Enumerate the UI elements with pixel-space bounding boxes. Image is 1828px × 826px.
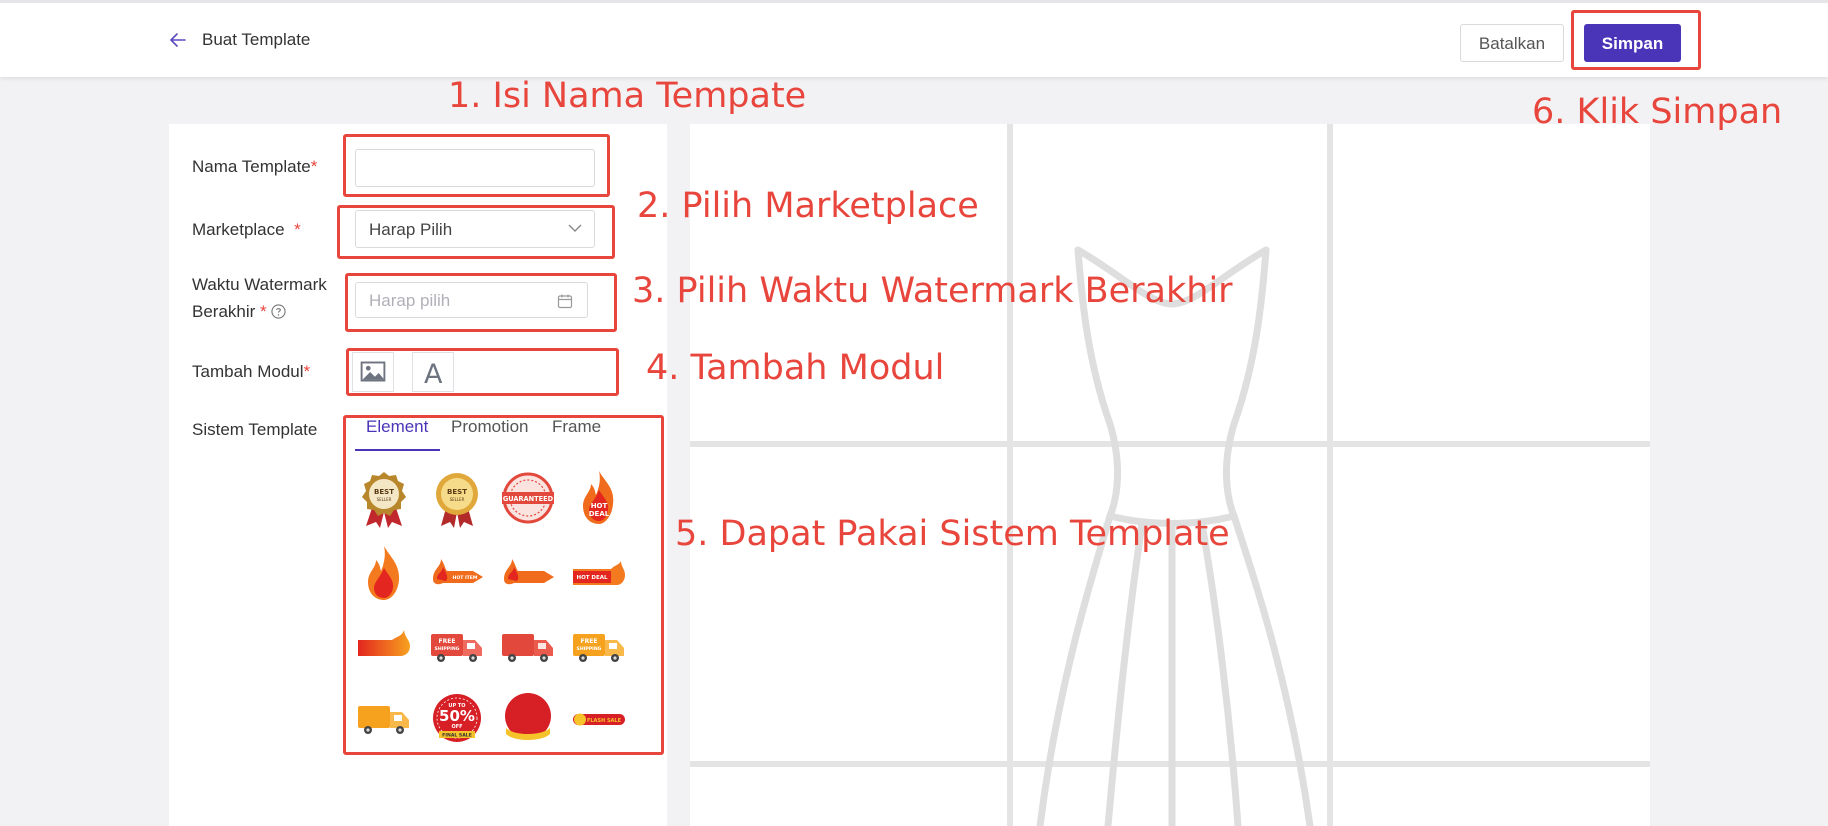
annotation-box-4 — [346, 348, 619, 396]
page-title: Buat Template — [202, 30, 311, 49]
annotation-text-3: 3. Pilih Waktu Watermark Berakhir — [632, 271, 1233, 311]
back-arrow-icon[interactable] — [170, 33, 186, 47]
annotation-text-1: 1. Isi Nama Tempate — [448, 76, 807, 116]
canvas-background-image — [690, 124, 1650, 826]
annotation-box-5 — [343, 415, 664, 755]
annotation-box-3 — [345, 273, 617, 332]
annotation-box-1 — [343, 134, 610, 197]
add-module-label: Tambah Modul* — [192, 362, 311, 381]
annotation-text-2: 2. Pilih Marketplace — [637, 186, 979, 226]
annotation-text-6: 6. Klik Simpan — [1532, 92, 1783, 132]
annotation-box-6 — [1571, 10, 1701, 70]
annotation-text-4: 4. Tambah Modul — [646, 348, 945, 388]
top-bar: Buat Template Batalkan Simpan — [0, 0, 1828, 77]
help-icon[interactable] — [271, 304, 286, 319]
annotation-text-5: 5. Dapat Pakai Sistem Template — [675, 514, 1230, 554]
expiry-label: Waktu Watermark Berakhir * — [192, 275, 327, 321]
system-template-label: Sistem Template — [192, 420, 318, 439]
template-name-label: Nama Template* — [192, 157, 318, 176]
template-canvas[interactable] — [690, 124, 1650, 826]
annotation-box-2 — [337, 205, 615, 259]
cancel-button[interactable]: Batalkan — [1460, 24, 1564, 62]
marketplace-label: Marketplace * — [192, 220, 301, 239]
